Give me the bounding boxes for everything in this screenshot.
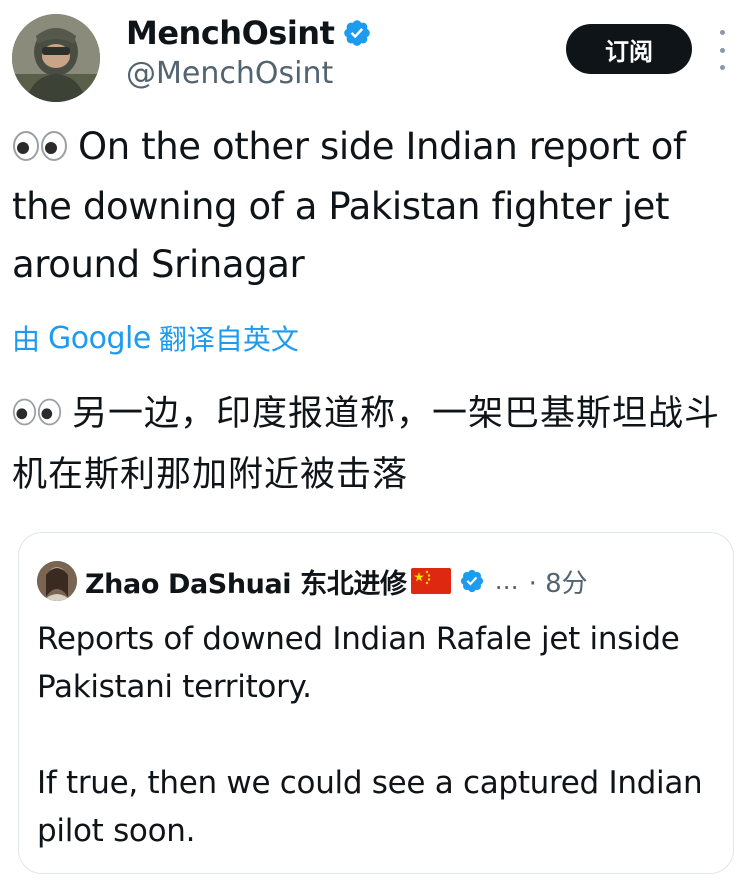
quoted-post-header: Zhao DaShuai 东北进修 … · 8分 bbox=[37, 561, 588, 601]
google-wordmark: Google bbox=[48, 320, 151, 356]
china-flag-icon bbox=[410, 568, 451, 594]
quoted-ellipsis: … bbox=[494, 567, 519, 595]
translated-text: 另一边，印度报道称，一架巴基斯坦战斗机在斯利那加附近被击落 bbox=[12, 394, 721, 495]
quoted-post-body: Reports of downed Indian Rafale jet insi… bbox=[37, 615, 717, 855]
subscribe-button[interactable]: 订阅 bbox=[566, 24, 692, 74]
quoted-author-avatar[interactable] bbox=[37, 561, 77, 601]
translated-text-block: 另一边，印度报道称，一架巴基斯坦战斗机在斯利那加附近被击落 bbox=[12, 384, 742, 505]
quoted-avatar-image bbox=[37, 561, 77, 601]
pilot-avatar-image bbox=[12, 14, 100, 102]
verified-badge-icon bbox=[342, 18, 372, 48]
google-logo: Google bbox=[48, 321, 151, 356]
quoted-post-time[interactable]: · 8分 bbox=[529, 563, 588, 600]
translation-attribution[interactable]: 由 Google 翻译自英文 bbox=[12, 316, 299, 360]
quoted-paragraph-2: If true, then we could see a captured In… bbox=[37, 765, 703, 849]
translation-prefix: 由 bbox=[12, 323, 41, 356]
quoted-post-card[interactable]: Zhao DaShuai 东北进修 … · 8分 Reports of down… bbox=[18, 532, 734, 874]
quoted-author-name[interactable]: Zhao DaShuai 东北进修 bbox=[85, 562, 407, 601]
more-vertical-icon[interactable] bbox=[716, 30, 728, 70]
post-text: On the other side Indian report of the d… bbox=[12, 125, 686, 286]
eyes-emoji-icon bbox=[12, 120, 68, 178]
eyes-emoji-icon bbox=[12, 385, 62, 445]
post-header: MenchOsint @MenchOsint 订阅 bbox=[0, 0, 754, 110]
author-handle[interactable]: @MenchOsint bbox=[126, 56, 333, 91]
author-avatar[interactable] bbox=[12, 14, 100, 102]
author-name-row[interactable]: MenchOsint bbox=[126, 10, 372, 56]
post-text-block: On the other side Indian report of the d… bbox=[12, 118, 742, 294]
author-display-name[interactable]: MenchOsint bbox=[126, 14, 335, 52]
translation-suffix: 翻译自英文 bbox=[158, 323, 299, 356]
verified-badge-icon bbox=[459, 568, 485, 594]
quoted-paragraph-1: Reports of downed Indian Rafale jet insi… bbox=[37, 621, 680, 705]
